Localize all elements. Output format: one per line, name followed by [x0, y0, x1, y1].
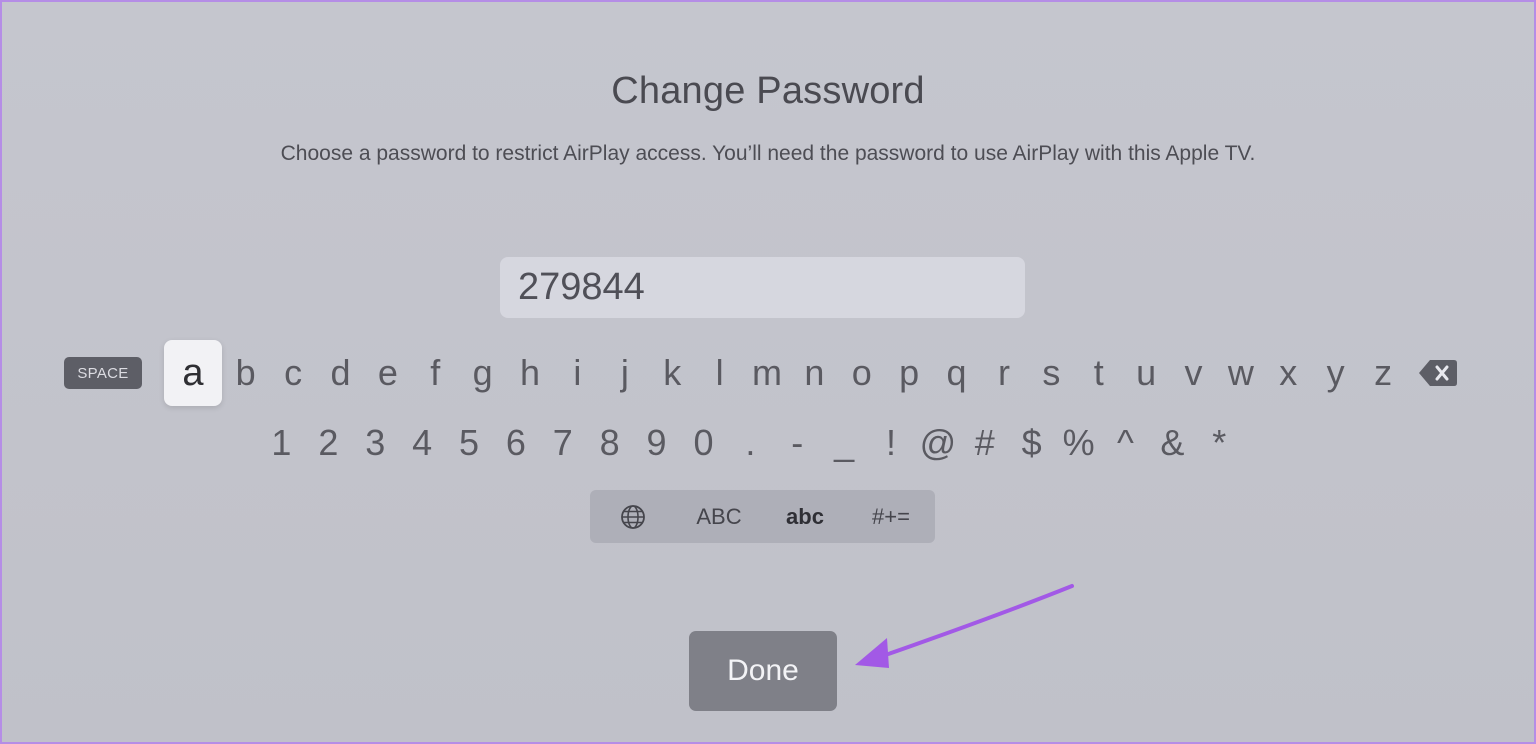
key-5[interactable]: 5 [446, 422, 493, 464]
symbols-row: 1 2 3 4 5 6 7 8 9 0 . - _ ! @ # $ % ^ & … [258, 416, 1258, 470]
key-s[interactable]: s [1028, 352, 1075, 394]
key-percent[interactable]: % [1055, 422, 1102, 464]
key-at[interactable]: @ [914, 422, 961, 464]
key-t[interactable]: t [1075, 352, 1122, 394]
key-v[interactable]: v [1170, 352, 1217, 394]
key-f[interactable]: f [412, 352, 459, 394]
key-8[interactable]: 8 [586, 422, 633, 464]
key-0[interactable]: 0 [680, 422, 727, 464]
password-field[interactable]: 279844 [500, 257, 1025, 318]
key-e[interactable]: e [364, 352, 411, 394]
key-u[interactable]: u [1122, 352, 1169, 394]
key-g[interactable]: g [459, 352, 506, 394]
key-3[interactable]: 3 [352, 422, 399, 464]
key-hash[interactable]: # [961, 422, 1008, 464]
key-l[interactable]: l [696, 352, 743, 394]
key-r[interactable]: r [980, 352, 1027, 394]
keyboard-mode-bar: ABC abc #+= [590, 490, 935, 543]
key-ampersand[interactable]: & [1149, 422, 1196, 464]
key-7[interactable]: 7 [539, 422, 586, 464]
done-button[interactable]: Done [689, 631, 837, 711]
key-4[interactable]: 4 [399, 422, 446, 464]
key-k[interactable]: k [649, 352, 696, 394]
key-m[interactable]: m [743, 352, 790, 394]
key-caret[interactable]: ^ [1102, 422, 1149, 464]
space-key[interactable]: SPACE [64, 357, 142, 389]
delete-backward-icon[interactable] [1418, 358, 1458, 388]
key-asterisk[interactable]: * [1196, 422, 1243, 464]
key-o[interactable]: o [838, 352, 885, 394]
key-i[interactable]: i [554, 352, 601, 394]
mode-symbols[interactable]: #+= [848, 504, 934, 530]
key-y[interactable]: y [1312, 352, 1359, 394]
key-9[interactable]: 9 [633, 422, 680, 464]
password-value: 279844 [518, 266, 645, 308]
key-x[interactable]: x [1265, 352, 1312, 394]
mode-uppercase[interactable]: ABC [676, 504, 762, 530]
key-p[interactable]: p [885, 352, 932, 394]
key-2[interactable]: 2 [305, 422, 352, 464]
key-b[interactable]: b [222, 352, 269, 394]
key-underscore[interactable]: _ [821, 422, 868, 464]
mode-lowercase[interactable]: abc [762, 504, 848, 530]
key-n[interactable]: n [791, 352, 838, 394]
letters-row: a b c d e f g h i j k l m n o p q r s t … [164, 340, 1414, 406]
globe-icon[interactable] [590, 504, 676, 530]
key-h[interactable]: h [506, 352, 553, 394]
key-period[interactable]: . [727, 422, 774, 464]
annotation-arrow-icon [855, 584, 1074, 668]
key-c[interactable]: c [269, 352, 316, 394]
key-hyphen[interactable]: - [774, 422, 821, 464]
key-a[interactable]: a [164, 340, 222, 406]
key-d[interactable]: d [317, 352, 364, 394]
page-title: Change Password [611, 70, 925, 112]
key-q[interactable]: q [933, 352, 980, 394]
key-exclamation[interactable]: ! [868, 422, 915, 464]
key-j[interactable]: j [601, 352, 648, 394]
key-1[interactable]: 1 [258, 422, 305, 464]
key-6[interactable]: 6 [492, 422, 539, 464]
key-z[interactable]: z [1359, 352, 1406, 394]
key-dollar[interactable]: $ [1008, 422, 1055, 464]
key-w[interactable]: w [1217, 352, 1264, 394]
page-description: Choose a password to restrict AirPlay ac… [280, 142, 1256, 165]
apple-tv-screen: Change Password Choose a password to res… [0, 0, 1536, 744]
